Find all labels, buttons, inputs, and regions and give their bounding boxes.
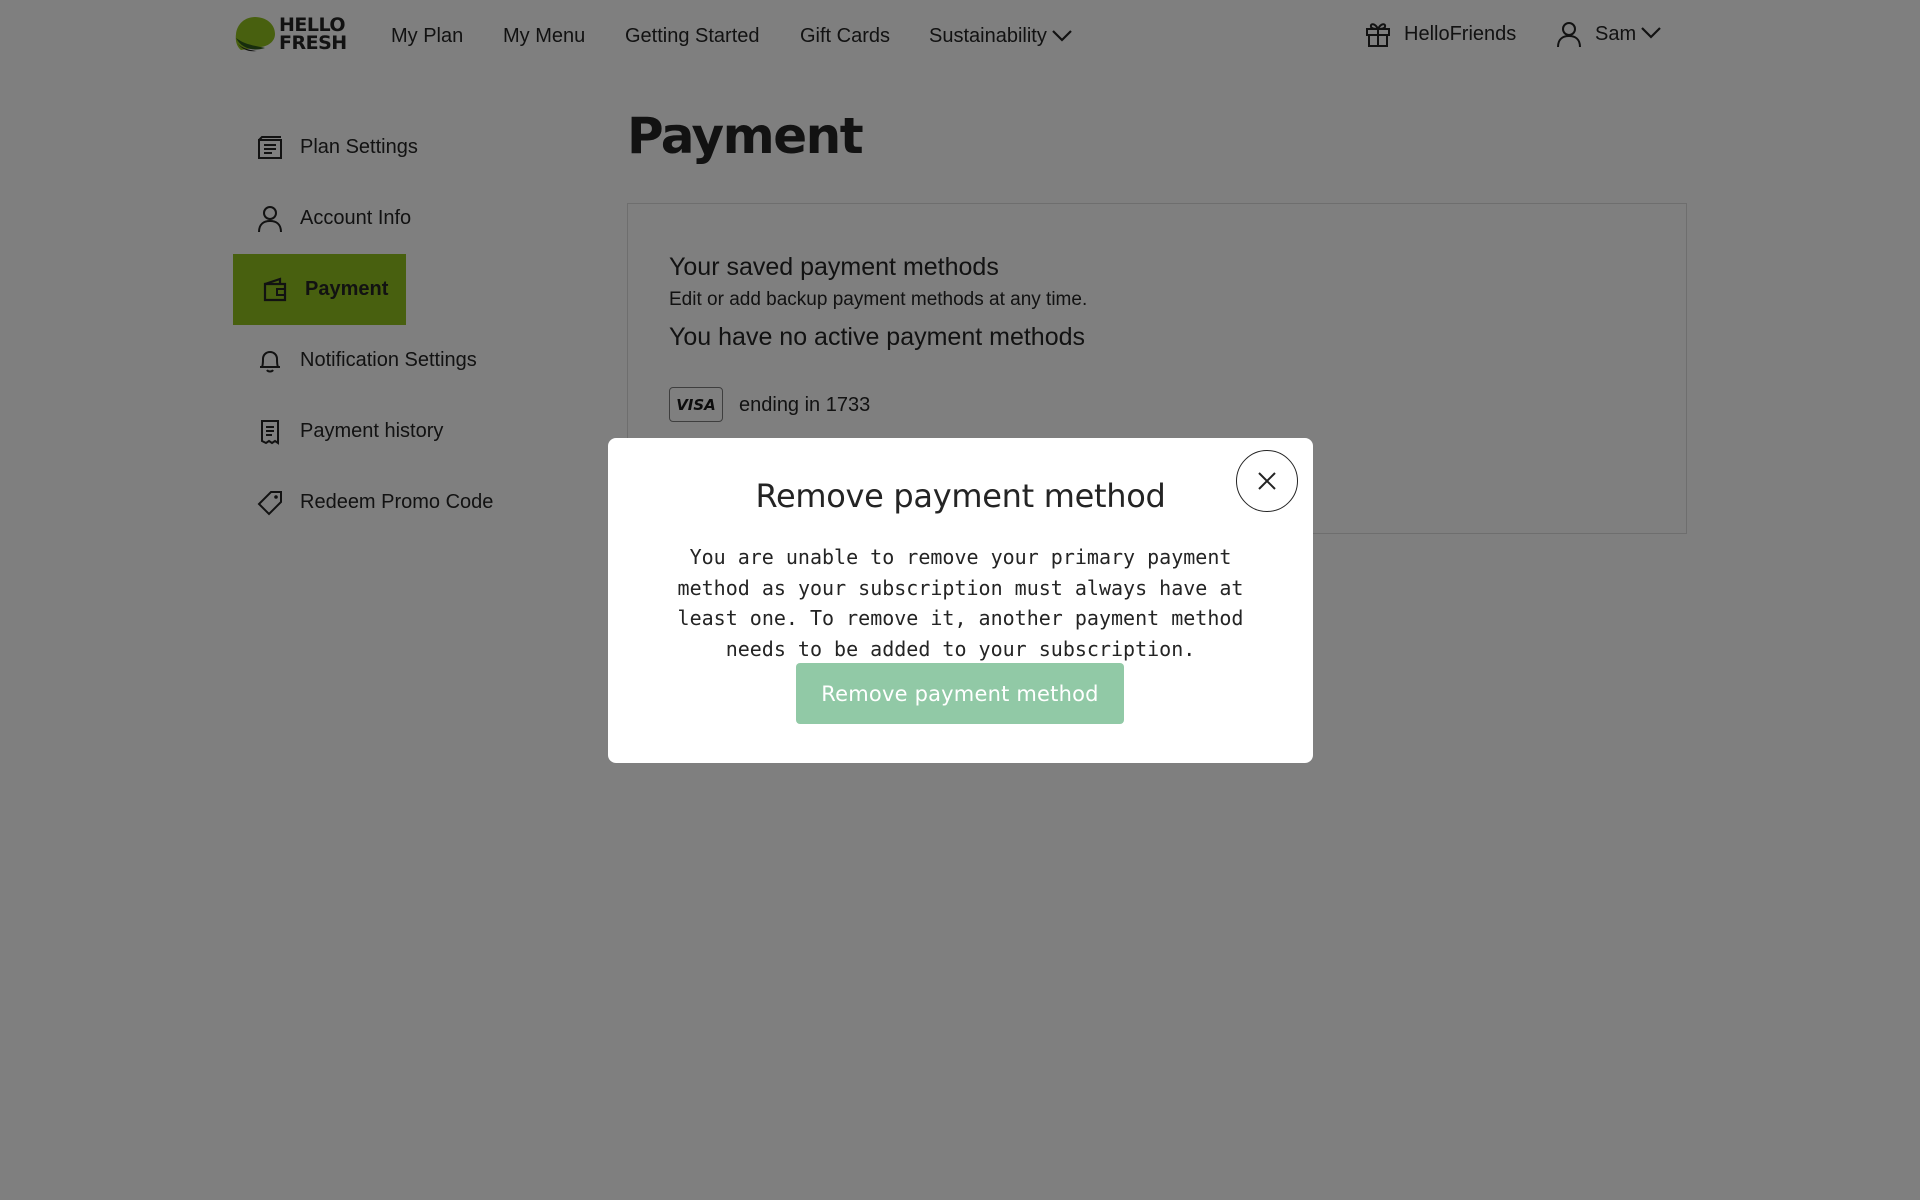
page: HELLO FRESH My Plan My Menu Getting Star… [0, 0, 1920, 1200]
modal-body: You are unable to remove your primary pa… [677, 545, 1244, 661]
remove-payment-method-button[interactable]: Remove payment method [796, 663, 1124, 724]
remove-payment-modal: Remove payment method You are unable to … [608, 438, 1313, 763]
modal-title: Remove payment method [755, 477, 1166, 515]
